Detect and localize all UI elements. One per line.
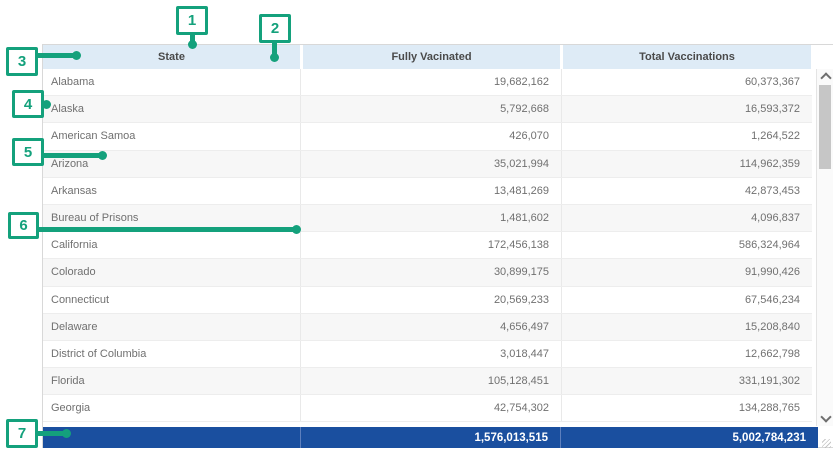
callout-6-label: 6 xyxy=(19,217,27,234)
total-vaccinations-cell: 16,593,372 xyxy=(562,96,812,122)
totals-fully-vaccinated-cell: 1,576,013,515 xyxy=(301,427,561,448)
fully-vaccinated-cell: 3,018,447 xyxy=(301,341,562,367)
fully-vaccinated-cell: 35,021,994 xyxy=(301,151,562,177)
total-vaccinations-cell: 42,873,453 xyxy=(562,178,812,204)
table-row[interactable]: Alaska 5,792,668 16,593,372 xyxy=(43,96,812,123)
column-header-total-vaccinations[interactable]: Total Vaccinations xyxy=(563,45,811,69)
total-vaccinations-cell: 91,990,426 xyxy=(562,259,812,285)
totals-total-vaccinations-cell: 5,002,784,231 xyxy=(561,427,818,448)
callout-3-label: 3 xyxy=(18,53,26,70)
callout-6-line xyxy=(37,227,294,232)
state-cell: American Samoa xyxy=(43,123,301,149)
resize-grip-icon[interactable] xyxy=(822,439,831,448)
fully-vaccinated-cell: 42,754,302 xyxy=(301,395,562,421)
callout-5-label: 5 xyxy=(24,144,32,161)
callout-6-dot xyxy=(292,225,301,234)
table-row[interactable]: Connecticut 20,569,233 67,546,234 xyxy=(43,287,812,314)
totals-state-cell xyxy=(43,427,301,448)
callout-4: 4 xyxy=(12,90,44,118)
fully-vaccinated-cell: 4,656,497 xyxy=(301,314,562,340)
callout-1-label: 1 xyxy=(188,12,196,29)
table-row[interactable]: Arizona 35,021,994 114,962,359 xyxy=(43,151,812,178)
callout-2-dot xyxy=(270,53,279,62)
callout-1: 1 xyxy=(176,6,208,35)
callout-5-line xyxy=(43,153,101,158)
column-header-state[interactable]: State xyxy=(43,45,300,69)
table-row[interactable]: Georgia 42,754,302 134,288,765 xyxy=(43,395,812,422)
total-vaccinations-cell: 4,096,837 xyxy=(562,205,812,231)
chevron-down-icon[interactable] xyxy=(820,411,831,422)
fully-vaccinated-cell: 5,792,668 xyxy=(301,96,562,122)
table-row[interactable]: District of Columbia 3,018,447 12,662,79… xyxy=(43,341,812,368)
fully-vaccinated-cell: 105,128,451 xyxy=(301,368,562,394)
total-vaccinations-cell: 12,662,798 xyxy=(562,341,812,367)
table-row[interactable]: American Samoa 426,070 1,264,522 xyxy=(43,123,812,150)
fully-vaccinated-cell: 426,070 xyxy=(301,123,562,149)
table-row[interactable]: Delaware 4,656,497 15,208,840 xyxy=(43,314,812,341)
table-row[interactable]: Alabama 19,682,162 60,373,367 xyxy=(43,69,812,96)
callout-3-dot xyxy=(72,51,81,60)
state-cell: Alaska xyxy=(43,96,301,122)
list-table: State Fully Vacinated Total Vaccinations… xyxy=(42,44,833,448)
callout-7: 7 xyxy=(6,419,38,448)
total-vaccinations-cell: 1,264,522 xyxy=(562,123,812,149)
table-row[interactable]: California 172,456,138 586,324,964 xyxy=(43,232,812,259)
table-row[interactable]: Florida 105,128,451 331,191,302 xyxy=(43,368,812,395)
callout-3-line xyxy=(36,53,76,58)
totals-row: 1,576,013,515 5,002,784,231 xyxy=(43,427,818,448)
callout-7-label: 7 xyxy=(18,425,26,442)
table-row[interactable]: Arkansas 13,481,269 42,873,453 xyxy=(43,178,812,205)
table-body: Alabama 19,682,162 60,373,367 Alaska 5,7… xyxy=(43,69,812,422)
callout-2: 2 xyxy=(259,14,291,43)
callout-6: 6 xyxy=(8,212,39,239)
total-vaccinations-cell: 586,324,964 xyxy=(562,232,812,258)
fully-vaccinated-cell: 172,456,138 xyxy=(301,232,562,258)
state-cell: Colorado xyxy=(43,259,301,285)
fully-vaccinated-cell: 19,682,162 xyxy=(301,69,562,95)
table-header-row: State Fully Vacinated Total Vaccinations xyxy=(43,45,833,69)
total-vaccinations-cell: 331,191,302 xyxy=(562,368,812,394)
scrollbar-thumb[interactable] xyxy=(819,85,831,169)
callout-7-dot xyxy=(62,429,71,438)
state-cell: Georgia xyxy=(43,395,301,421)
callout-5: 5 xyxy=(12,138,44,166)
callout-1-dot xyxy=(188,40,197,49)
total-vaccinations-cell: 60,373,367 xyxy=(562,69,812,95)
total-vaccinations-cell: 114,962,359 xyxy=(562,151,812,177)
total-vaccinations-cell: 67,546,234 xyxy=(562,287,812,313)
fully-vaccinated-cell: 30,899,175 xyxy=(301,259,562,285)
state-cell: California xyxy=(43,232,301,258)
column-header-fully-vaccinated[interactable]: Fully Vacinated xyxy=(303,45,560,69)
state-cell: Alabama xyxy=(43,69,301,95)
fully-vaccinated-cell: 13,481,269 xyxy=(301,178,562,204)
fully-vaccinated-cell: 20,569,233 xyxy=(301,287,562,313)
callout-4-label: 4 xyxy=(24,96,32,113)
state-cell: Arkansas xyxy=(43,178,301,204)
total-vaccinations-cell: 15,208,840 xyxy=(562,314,812,340)
state-cell: Connecticut xyxy=(43,287,301,313)
callout-5-dot xyxy=(98,151,107,160)
state-cell: Delaware xyxy=(43,314,301,340)
fully-vaccinated-cell: 1,481,602 xyxy=(301,205,562,231)
total-vaccinations-cell: 134,288,765 xyxy=(562,395,812,421)
screenshot-canvas: State Fully Vacinated Total Vaccinations… xyxy=(0,0,833,453)
table-row[interactable]: Colorado 30,899,175 91,990,426 xyxy=(43,259,812,286)
state-cell: District of Columbia xyxy=(43,341,301,367)
callout-3: 3 xyxy=(6,47,38,76)
state-cell: Florida xyxy=(43,368,301,394)
vertical-scrollbar[interactable] xyxy=(816,69,833,426)
callout-2-label: 2 xyxy=(271,20,279,37)
chevron-up-icon[interactable] xyxy=(820,72,831,83)
